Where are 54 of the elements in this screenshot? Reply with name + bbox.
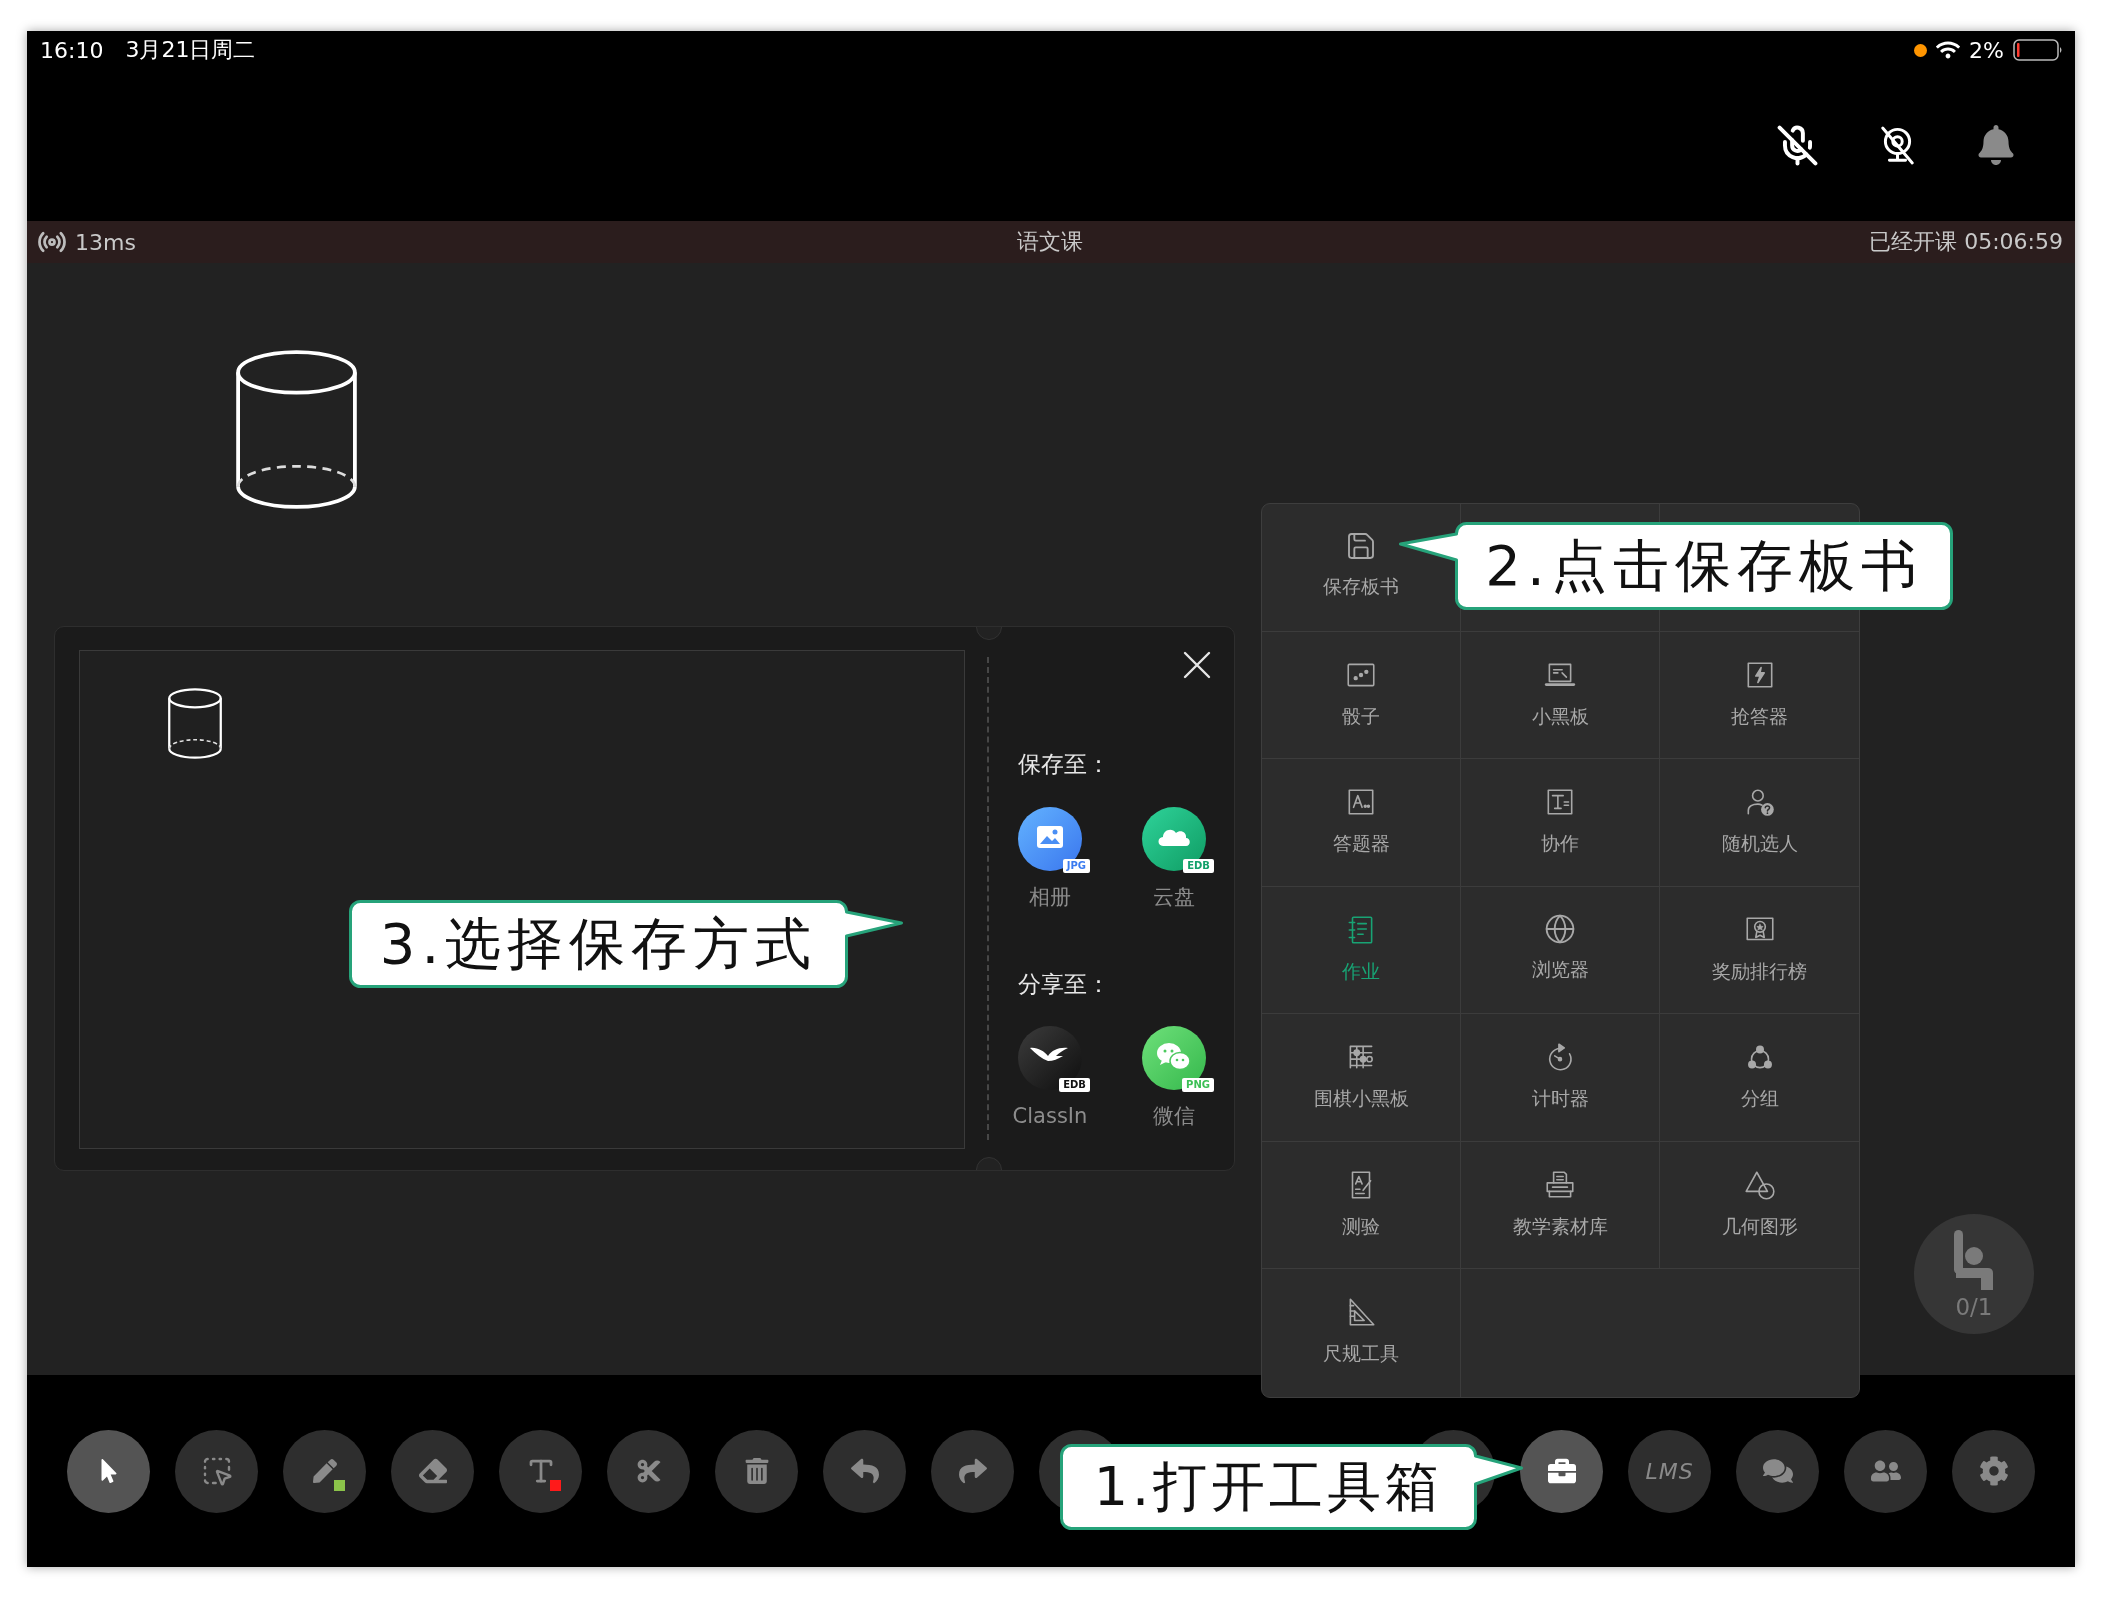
battery-percent: 2%	[1969, 37, 2004, 63]
toolbox-item[interactable]: 作业	[1262, 886, 1461, 1014]
toolbox-item[interactable]: 分组	[1660, 1014, 1859, 1142]
bell-icon[interactable]	[1976, 125, 2016, 165]
target-label: 相册	[1029, 885, 1071, 909]
chat-icon	[1762, 1456, 1793, 1486]
redo-icon	[958, 1457, 987, 1485]
toolbox-item[interactable]: 浏览器	[1461, 886, 1660, 1014]
toolbox-item[interactable]: 协作	[1461, 759, 1660, 887]
share-to-label: 分享至：	[1018, 972, 1110, 996]
microphone-off-icon[interactable]	[1776, 123, 1819, 167]
toolbar-button[interactable]: LMS	[1628, 1429, 1711, 1513]
callout-tooltip: 1.打开工具箱	[1060, 1444, 1523, 1530]
settings-icon	[1978, 1456, 2009, 1486]
recording-dot-icon	[1914, 43, 1928, 57]
trash-icon	[743, 1458, 770, 1484]
toolbox-item[interactable]: 测验	[1262, 1141, 1461, 1269]
latency-text: 13ms	[75, 229, 136, 255]
toolbox-icon	[1547, 1457, 1576, 1485]
raised-hand-icon	[1954, 1230, 1994, 1290]
toolbox-item[interactable]: 答题器	[1262, 759, 1461, 887]
target-label: ClassIn	[1012, 1104, 1088, 1128]
target-label: 云盘	[1153, 885, 1195, 909]
callout-tooltip: 3.选择保存方式	[349, 900, 903, 988]
toolbox-item[interactable]: 随机选人	[1660, 759, 1859, 887]
battery-icon	[2013, 39, 2063, 61]
toolbox-item[interactable]: 骰子	[1262, 631, 1461, 759]
close-icon	[1183, 651, 1211, 679]
format-badge: EDB	[1183, 859, 1214, 873]
pen-icon	[312, 1459, 337, 1483]
toolbox-item[interactable]: 抢答器	[1660, 631, 1859, 759]
globe-icon	[1544, 912, 1576, 945]
save-to-label: 保存至：	[1018, 752, 1110, 776]
callout-tooltip: 2.点击保存板书	[1399, 522, 1953, 610]
close-button[interactable]	[1182, 650, 1212, 680]
class-title: 语文课	[1017, 228, 1083, 256]
toolbox-item[interactable]: 围棋小黑板	[1262, 1014, 1461, 1142]
scissors-icon	[635, 1458, 662, 1484]
format-badge: JPG	[1062, 859, 1090, 873]
format-badge: EDB	[1059, 1078, 1090, 1092]
undo-icon	[850, 1457, 879, 1485]
toolbox-item[interactable]: 教学素材库	[1461, 1141, 1660, 1269]
toolbox-item[interactable]: 尺规工具	[1262, 1269, 1461, 1397]
toolbox-item[interactable]: 小黑板	[1461, 631, 1660, 759]
eraser-icon	[418, 1457, 447, 1485]
raise-hand-count: 0/1	[1955, 1294, 1993, 1320]
target-label: 微信	[1153, 1104, 1195, 1128]
toolbox-item[interactable]: 几何图形	[1660, 1141, 1859, 1269]
class-timer: 已经开课 05:06:59	[1869, 228, 2063, 256]
format-badge: PNG	[1182, 1078, 1214, 1092]
toolbox-item[interactable]: 计时器	[1461, 1014, 1660, 1142]
toolbox-item[interactable]: 奖励排行榜	[1660, 886, 1859, 1014]
status-time: 16:10	[40, 37, 104, 63]
status-date: 3月21日周二	[125, 36, 256, 64]
